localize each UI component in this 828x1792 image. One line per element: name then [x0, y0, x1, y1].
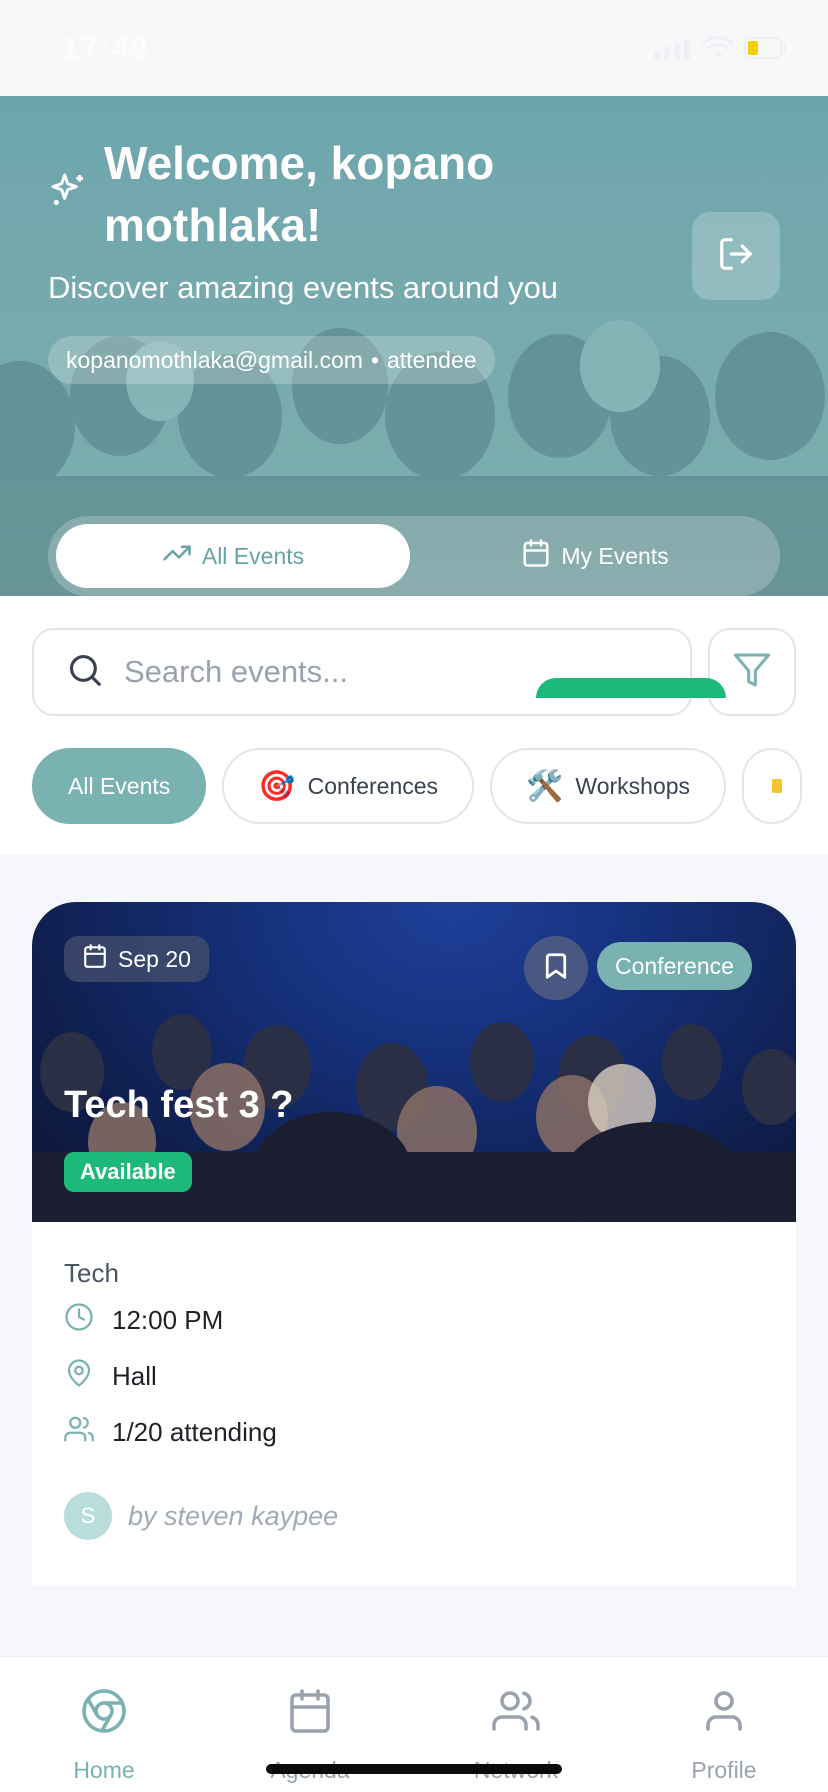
- hero-header: Welcome, kopano mothlaka! Discover amazi…: [0, 96, 828, 596]
- tab-all-events-label: All Events: [201, 542, 305, 569]
- chip-label: All Events: [68, 772, 171, 799]
- event-category: Tech: [64, 1258, 119, 1288]
- filter-icon: [732, 650, 772, 695]
- user-icon: [700, 1687, 748, 1741]
- chip-label: Conferences: [307, 772, 439, 799]
- welcome-subtitle: Discover amazing events around you: [48, 270, 559, 305]
- event-date: Sep 20: [118, 945, 191, 972]
- home-icon: [80, 1687, 128, 1741]
- nav-profile-label: Profile: [691, 1757, 757, 1783]
- event-scope-tabs: All Events My Events: [48, 516, 780, 596]
- trending-up-icon: [162, 538, 192, 574]
- event-cover-image: Sep 20 Conference Tech fest 3 ? Availabl…: [32, 902, 796, 1222]
- users-icon: [492, 1687, 540, 1741]
- nav-profile[interactable]: Profile: [654, 1687, 794, 1784]
- home-indicator[interactable]: [266, 1764, 562, 1774]
- calendar-icon: [521, 538, 551, 574]
- nav-home[interactable]: Home: [34, 1687, 174, 1784]
- event-time-row: 12:00 PM: [64, 1302, 223, 1339]
- search-filter-section: All Events 🎯 Conferences 🛠️ Workshops: [0, 596, 828, 854]
- tab-my-events[interactable]: My Events: [418, 524, 772, 588]
- target-icon: 🎯: [258, 769, 296, 803]
- chip-all-events[interactable]: All Events: [32, 748, 207, 824]
- bookmark-button[interactable]: [524, 936, 588, 1000]
- event-attendance: 1/20 attending: [112, 1417, 277, 1447]
- event-location-row: Hall: [64, 1358, 157, 1395]
- logout-button[interactable]: [692, 212, 780, 300]
- organizer-name: by steven kaypee: [128, 1500, 339, 1531]
- availability-badge: Available: [64, 1152, 192, 1192]
- event-card[interactable]: Sep 20 Conference Tech fest 3 ? Availabl…: [32, 902, 796, 1586]
- signal-icon: [654, 37, 692, 59]
- tab-my-events-label: My Events: [561, 542, 669, 569]
- chip-more[interactable]: [742, 748, 803, 824]
- status-icons: [654, 36, 788, 60]
- organizer-row: S by steven kaypee: [64, 1492, 338, 1540]
- event-category-badge: Conference: [597, 942, 752, 990]
- event-time: 12:00 PM: [112, 1305, 224, 1335]
- filter-button[interactable]: [708, 628, 796, 716]
- clock-icon: [64, 1302, 94, 1339]
- battery-icon: [744, 37, 788, 59]
- nav-home-label: Home: [73, 1757, 135, 1783]
- calendar-icon: [286, 1687, 334, 1741]
- map-pin-icon: [64, 1358, 94, 1395]
- event-attendance-row: 1/20 attending: [64, 1414, 277, 1451]
- status-bar: 17:49: [0, 0, 828, 96]
- separator-dot: •: [370, 346, 379, 373]
- calendar-icon: [82, 943, 108, 975]
- event-location: Hall: [112, 1361, 157, 1391]
- screen: 17:49 Welcome, kopano mothlaka! Discover…: [0, 0, 828, 1792]
- chip-label: Workshops: [575, 772, 691, 799]
- category-chips: All Events 🎯 Conferences 🛠️ Workshops: [32, 748, 803, 824]
- event-title: Tech fest 3 ?: [64, 1084, 294, 1126]
- search-box[interactable]: [32, 628, 692, 716]
- user-role: attendee: [387, 346, 477, 373]
- user-email: kopanomothlaka@gmail.com: [66, 346, 363, 373]
- status-time: 17:49: [62, 30, 149, 66]
- tools-icon: 🛠️: [526, 769, 564, 803]
- event-details: Tech 12:00 PM Hall 1/20 attending S by s…: [32, 1222, 796, 1586]
- chip-conferences[interactable]: 🎯 Conferences: [222, 748, 475, 824]
- chip-workshops[interactable]: 🛠️ Workshops: [490, 748, 727, 824]
- users-icon: [64, 1414, 94, 1451]
- partial-chip-icon: [772, 779, 783, 793]
- rsvp-button-partial[interactable]: [536, 678, 726, 698]
- tab-all-events[interactable]: All Events: [56, 524, 410, 588]
- search-icon: [66, 651, 104, 694]
- avatar: S: [64, 1492, 112, 1540]
- sparkles-icon: [48, 170, 88, 215]
- user-info-chip: kopanomothlaka@gmail.com • attendee: [48, 336, 495, 384]
- bookmark-icon: [541, 951, 571, 986]
- event-date-chip: Sep 20: [64, 936, 209, 982]
- welcome-title: Welcome, kopano mothlaka!: [104, 137, 495, 251]
- wifi-icon: [702, 36, 734, 60]
- logout-icon: [717, 235, 755, 278]
